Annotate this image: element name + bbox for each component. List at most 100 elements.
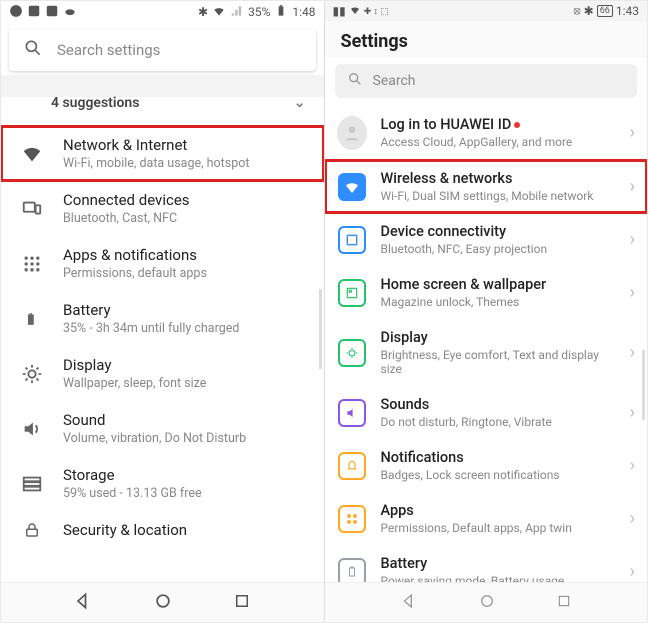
bluetooth-icon: ✱: [584, 4, 594, 18]
item-title: Connected devices: [63, 191, 310, 209]
item-sub: Wallpaper, sleep, font size: [63, 376, 310, 391]
item-sub: Access Cloud, AppGallery, and more: [381, 135, 616, 149]
item-sub: Wi-Fi, Dual SIM settings, Mobile network: [381, 189, 616, 203]
battery-icon: [274, 4, 288, 21]
chevron-right-icon: ›: [630, 122, 635, 143]
item-sub: Badges, Lock screen notifications: [381, 468, 616, 482]
item-title: Storage: [63, 466, 310, 484]
item-sub: Wi-Fi, mobile, data usage, hotspot: [63, 156, 310, 171]
item-apps-notifications[interactable]: Apps & notificationsPermissions, default…: [1, 236, 324, 291]
item-sub: Magazine unlock, Themes: [381, 295, 616, 309]
statusbar: ▮▮ ✚ ↕ ⬚ ⦻ ✱ 66 1:43: [325, 1, 648, 21]
item-sub: 59% used - 13.13 GB free: [63, 486, 310, 501]
battery-icon: [338, 558, 366, 583]
statusbar: ✱ 35% 1:48: [1, 1, 324, 23]
chevron-right-icon: ›: [630, 176, 635, 197]
battery-icon: [19, 308, 45, 330]
apps-icon: [19, 254, 45, 274]
wifi-icon: [349, 4, 361, 19]
search-bar[interactable]: Search settings: [9, 29, 316, 71]
back-button[interactable]: [73, 591, 93, 615]
search-icon: [23, 38, 43, 62]
devices-icon: [19, 198, 45, 220]
linkedin-icon: [27, 4, 41, 21]
item-login-huawei[interactable]: Log in to HUAWEI ID Access Cloud, AppGall…: [325, 106, 648, 159]
connectivity-icon: [338, 226, 366, 254]
spotify-icon: [9, 4, 23, 21]
scrollbar[interactable]: [642, 106, 645, 582]
signal-icon: [230, 4, 244, 21]
clock: 1:43: [616, 4, 639, 18]
item-title: Device connectivity: [381, 223, 616, 240]
chevron-right-icon: ›: [630, 508, 635, 529]
item-sub: Power saving mode, Battery usage: [381, 574, 616, 582]
wifi-icon: [19, 143, 45, 165]
wallpaper-icon: [338, 279, 366, 307]
bluetooth-icon: ✱: [198, 5, 208, 19]
clock: 1:48: [292, 5, 315, 19]
item-wireless-networks[interactable]: Wireless & networks Wi-Fi, Dual SIM setti…: [325, 160, 648, 213]
search-icon: [347, 71, 363, 91]
storage-icon: [19, 473, 45, 495]
item-battery[interactable]: BatteryPower saving mode, Battery usage …: [325, 545, 648, 582]
avatar-icon: [337, 116, 367, 150]
recents-button[interactable]: [233, 592, 251, 614]
back-button[interactable]: [400, 592, 418, 614]
lock-icon: [19, 521, 45, 539]
chevron-right-icon: ›: [630, 402, 635, 423]
item-sub: 35% - 3h 34m until fully charged: [63, 321, 310, 336]
home-button[interactable]: [478, 592, 496, 614]
search-bar[interactable]: Search: [335, 64, 638, 98]
nav-bar: [325, 582, 648, 622]
item-device-connectivity[interactable]: Device connectivityBluetooth, NFC, Easy …: [325, 213, 648, 266]
scrollbar[interactable]: [319, 75, 322, 582]
eye-off-icon: ⦻: [573, 4, 580, 18]
home-button[interactable]: [153, 591, 173, 615]
item-sounds[interactable]: SoundsDo not disturb, Ringtone, Vibrate …: [325, 386, 648, 439]
item-sub: Bluetooth, Cast, NFC: [63, 211, 310, 226]
item-sub: Permissions, Default apps, App twin: [381, 521, 616, 535]
chevron-right-icon: ›: [630, 561, 635, 582]
item-security-location[interactable]: Security & location: [1, 511, 324, 541]
item-title: Home screen & wallpaper: [381, 276, 616, 293]
display-icon: [338, 339, 366, 367]
item-display[interactable]: DisplayBrightness, Eye comfort, Text and…: [325, 319, 648, 386]
item-title: Sounds: [381, 396, 616, 413]
search-placeholder: Search: [373, 73, 416, 89]
item-battery[interactable]: Battery35% - 3h 34m until fully charged: [1, 291, 324, 346]
item-sub: Do not disturb, Ringtone, Vibrate: [381, 415, 616, 429]
item-sub: Brightness, Eye comfort, Text and displa…: [381, 348, 616, 376]
signal-icon: ▮▮: [333, 4, 346, 18]
item-sound[interactable]: Sound Volume, vibration, Do Not Disturb: [1, 401, 324, 456]
chevron-right-icon: ›: [630, 455, 635, 476]
item-home-wallpaper[interactable]: Home screen & wallpaper Magazine unlock, …: [325, 266, 648, 319]
item-network-internet[interactable]: Network & Internet Wi-Fi, mobile, data us…: [1, 126, 324, 181]
item-title: Sound: [63, 411, 310, 429]
item-sub: Permissions, default apps: [63, 266, 310, 281]
apps-icon: [338, 505, 366, 533]
sound-icon: [338, 399, 366, 427]
item-title: Security & location: [63, 521, 310, 539]
item-display[interactable]: Display Wallpaper, sleep, font size: [1, 346, 324, 401]
item-notifications[interactable]: NotificationsBadges, Lock screen notific…: [325, 439, 648, 492]
misc-icon: ✚ ↕ ⬚: [364, 6, 389, 17]
right-phone: ▮▮ ✚ ↕ ⬚ ⦻ ✱ 66 1:43 Settings Search Log…: [324, 1, 648, 622]
recents-button[interactable]: [556, 593, 572, 613]
item-apps[interactable]: AppsPermissions, Default apps, App twin …: [325, 492, 648, 545]
search-placeholder: Search settings: [57, 41, 160, 59]
item-title: Battery: [381, 555, 616, 572]
item-storage[interactable]: Storage 59% used - 13.13 GB free: [1, 456, 324, 511]
bell-icon: [338, 452, 366, 480]
volume-icon: [19, 418, 45, 440]
item-connected-devices[interactable]: Connected devices Bluetooth, Cast, NFC: [1, 181, 324, 236]
item-title: Log in to HUAWEI ID: [381, 116, 616, 133]
settings-list: 4 suggestions ⌄ Network & Internet Wi-Fi,…: [1, 75, 324, 582]
battery-pct: 35%: [248, 5, 270, 19]
wifi-icon: [338, 173, 366, 201]
settings-list: Log in to HUAWEI ID Access Cloud, AppGall…: [325, 106, 648, 582]
item-title: Display: [63, 356, 310, 374]
suggestions-row[interactable]: 4 suggestions ⌄: [1, 81, 324, 125]
item-title: Network & Internet: [63, 136, 310, 154]
item-sub: Volume, vibration, Do Not Disturb: [63, 431, 310, 446]
item-title: Wireless & networks: [381, 170, 616, 187]
